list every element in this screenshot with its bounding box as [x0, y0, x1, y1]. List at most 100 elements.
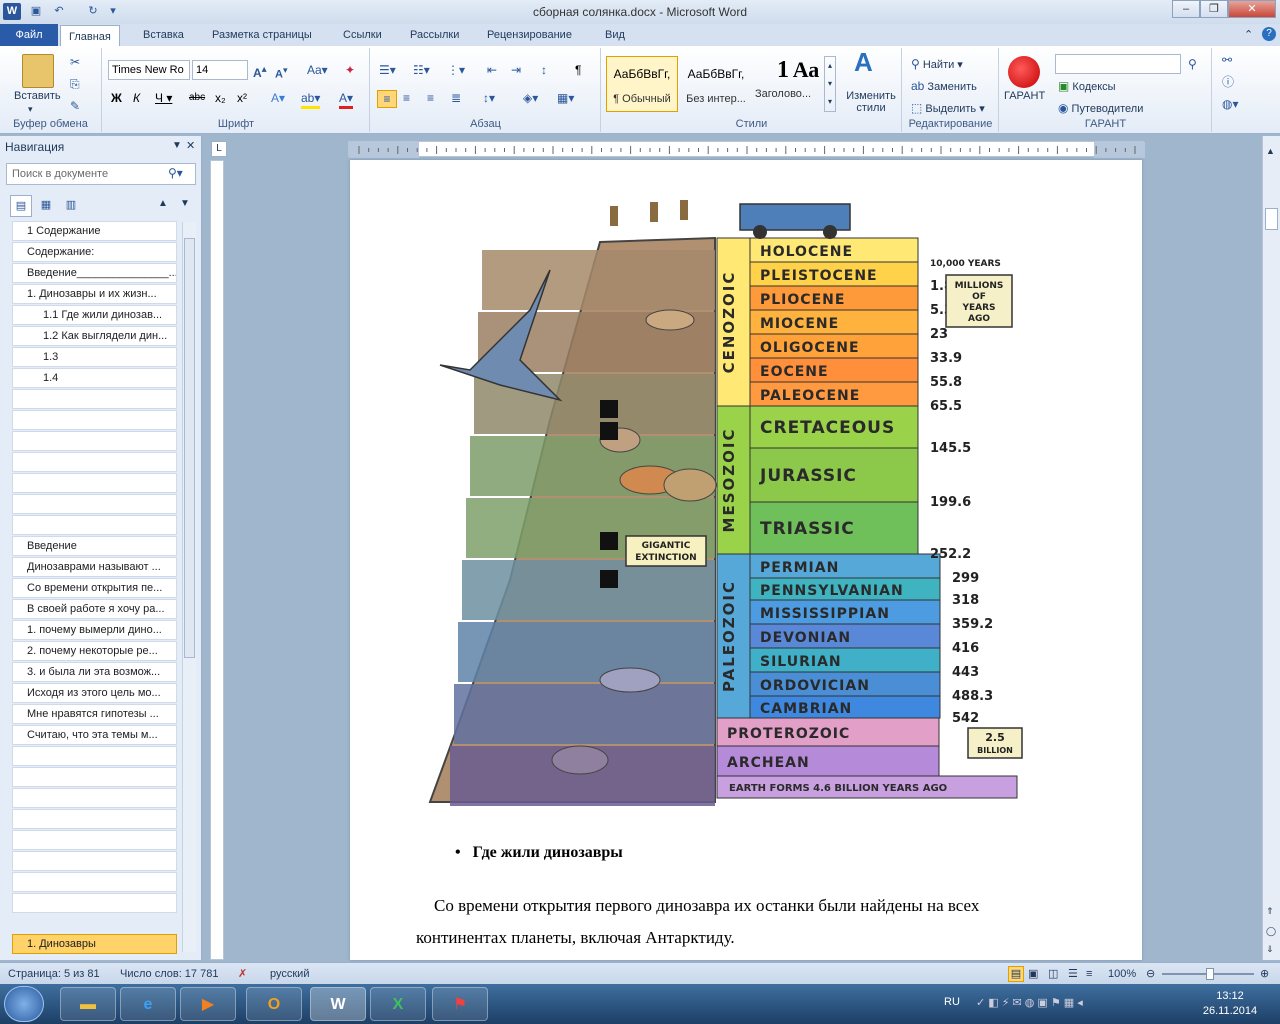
garant-extra-icon-2[interactable]: ⓘ	[1222, 74, 1234, 90]
nav-scrollbar[interactable]	[182, 222, 196, 952]
draft-icon[interactable]: ≡	[1086, 963, 1092, 985]
nav-item[interactable]	[12, 410, 177, 430]
tab-home[interactable]: Главная	[60, 25, 120, 47]
paste-icon[interactable]	[22, 54, 54, 88]
nav-item[interactable]	[12, 893, 177, 913]
nav-item[interactable]: 1.1 Где жили динозав...	[12, 305, 177, 325]
tab-review[interactable]: Рецензирование	[479, 24, 580, 46]
collapse-ribbon-icon[interactable]: ⌃	[1244, 28, 1253, 41]
nav-item[interactable]	[12, 389, 177, 409]
taskbar-media-icon[interactable]: ▶	[180, 987, 236, 1021]
nav-item[interactable]: 1.4	[12, 368, 177, 388]
highlight-icon[interactable]: ab▾	[301, 90, 321, 109]
line-spacing-icon[interactable]: ↕▾	[483, 90, 495, 106]
subscript-icon[interactable]: x₂	[215, 90, 226, 106]
nav-item[interactable]: 1 Содержание	[12, 221, 177, 241]
help-icon[interactable]: ?	[1262, 27, 1276, 41]
grow-font-icon[interactable]: A▴	[253, 62, 267, 81]
garant-search-combo[interactable]	[1055, 54, 1181, 74]
start-button[interactable]	[4, 986, 44, 1022]
nav-item[interactable]: В своей работе я хочу ра...	[12, 599, 177, 619]
tab-file[interactable]: Файл	[0, 24, 58, 46]
bold-icon[interactable]: Ж	[111, 90, 122, 106]
shrink-font-icon[interactable]: A▾	[275, 62, 288, 83]
font-name-combo[interactable]: Times New Ro	[108, 60, 190, 80]
change-styles-icon[interactable]: A	[854, 49, 873, 75]
format-painter-icon[interactable]: ✎	[70, 98, 80, 114]
nav-item[interactable]	[12, 431, 177, 451]
nav-scroll-thumb[interactable]	[184, 238, 195, 658]
print-layout-icon[interactable]: ▤	[1008, 966, 1024, 982]
align-center-icon[interactable]: ≡	[403, 90, 410, 106]
zoom-in-icon[interactable]: ⊕	[1260, 963, 1269, 985]
nav-item[interactable]: Введение	[12, 536, 177, 556]
vertical-ruler[interactable]	[210, 160, 224, 960]
underline-icon[interactable]: Ч ▾	[155, 90, 172, 106]
outline-icon[interactable]: ☰	[1068, 963, 1078, 985]
horizontal-ruler[interactable]	[348, 141, 1145, 158]
nav-item[interactable]	[12, 494, 177, 514]
paste-button[interactable]: Вставить	[14, 90, 61, 102]
web-layout-icon[interactable]: ◫	[1048, 963, 1058, 985]
clock-time[interactable]: 13:12	[1200, 990, 1260, 1002]
clock-date[interactable]: 26.11.2014	[1194, 1005, 1266, 1017]
nav-item[interactable]: Со времени открытия пе...	[12, 578, 177, 598]
nav-item[interactable]: 1.2 Как выглядели дин...	[12, 326, 177, 346]
taskbar-outlook-icon[interactable]: O	[246, 987, 302, 1021]
taskbar-ie-icon[interactable]: e	[120, 987, 176, 1021]
garant-logo-icon[interactable]	[1008, 56, 1040, 88]
paste-dropdown-icon[interactable]: ▾	[28, 104, 33, 115]
nav-pages-view-icon[interactable]: ▦	[35, 195, 57, 217]
browse-object-icon[interactable]: ◯	[1266, 926, 1276, 937]
taskbar-language[interactable]: RU	[944, 996, 960, 1008]
nav-item[interactable]: 3. и была ли эта возмож...	[12, 662, 177, 682]
clear-formatting-icon[interactable]: ✦	[345, 62, 355, 78]
status-language[interactable]: русский	[270, 963, 309, 985]
tab-mailings[interactable]: Рассылки	[402, 24, 467, 46]
guides-button[interactable]: ◉ Путеводители	[1058, 100, 1143, 116]
zoom-slider-thumb[interactable]	[1206, 968, 1214, 980]
status-page[interactable]: Страница: 5 из 81	[8, 963, 100, 985]
tab-view[interactable]: Вид	[597, 24, 633, 46]
minimize-button[interactable]: –	[1172, 0, 1200, 18]
multilevel-list-icon[interactable]: ⋮▾	[447, 62, 465, 78]
nav-item[interactable]: Введение_______________...	[12, 263, 177, 283]
prev-page-icon[interactable]: ⇑	[1266, 906, 1274, 917]
increase-indent-icon[interactable]: ⇥	[511, 62, 521, 78]
garant-extra-icon-1[interactable]: ⚯	[1222, 52, 1232, 68]
nav-item[interactable]	[12, 515, 177, 535]
nav-item[interactable]: 1. Динозавры и их жизн...	[12, 284, 177, 304]
nav-item[interactable]: Считаю, что эта темы м...	[12, 725, 177, 745]
vertical-scroll-thumb[interactable]	[1265, 208, 1278, 230]
status-words[interactable]: Число слов: 17 781	[120, 963, 218, 985]
tray-icons[interactable]: ✓ ◧ ⚡ ✉ ◍ ▣ ⚑ ▦ ◂	[976, 996, 1083, 1009]
nav-item[interactable]	[12, 452, 177, 472]
zoom-level[interactable]: 100%	[1108, 963, 1136, 985]
document-page[interactable]: HOLOCENE PLEISTOCENE PLIOCENE MIOCENE OLIGOC…	[350, 160, 1142, 960]
full-screen-icon[interactable]: ▣	[1028, 963, 1038, 985]
tab-page-layout[interactable]: Разметка страницы	[204, 24, 320, 46]
nav-search-icon[interactable]: ⚲▾	[168, 166, 183, 180]
style-no-spacing[interactable]: АаБбВвГг, Без интер...	[680, 56, 752, 112]
style-normal[interactable]: АаБбВвГг, ¶ Обычный	[606, 56, 678, 112]
nav-item[interactable]: 1.3	[12, 347, 177, 367]
replace-button[interactable]: ab Заменить	[911, 78, 977, 94]
change-case-icon[interactable]: Aa▾	[307, 62, 328, 78]
taskbar-word-icon[interactable]: W	[310, 987, 366, 1021]
sort-icon[interactable]: ↕	[541, 62, 547, 78]
align-left-icon[interactable]: ≡	[377, 90, 397, 108]
cut-icon[interactable]: ✂	[70, 54, 80, 70]
decrease-indent-icon[interactable]: ⇤	[487, 62, 497, 78]
bullets-icon[interactable]: ☰▾	[379, 62, 396, 78]
nav-close-icon[interactable]: ✕	[186, 139, 195, 152]
nav-next-icon[interactable]: ▼	[180, 198, 190, 209]
align-right-icon[interactable]: ≡	[427, 90, 434, 106]
nav-item[interactable]: Динозаврами называют ...	[12, 557, 177, 577]
nav-item[interactable]	[12, 746, 177, 766]
nav-prev-icon[interactable]: ▲	[158, 198, 168, 209]
tab-selector-icon[interactable]: L	[211, 141, 227, 157]
nav-item[interactable]	[12, 788, 177, 808]
codes-button[interactable]: ▣ Кодексы	[1058, 78, 1116, 94]
nav-item[interactable]	[12, 872, 177, 892]
shading-icon[interactable]: ◈▾	[523, 90, 538, 106]
